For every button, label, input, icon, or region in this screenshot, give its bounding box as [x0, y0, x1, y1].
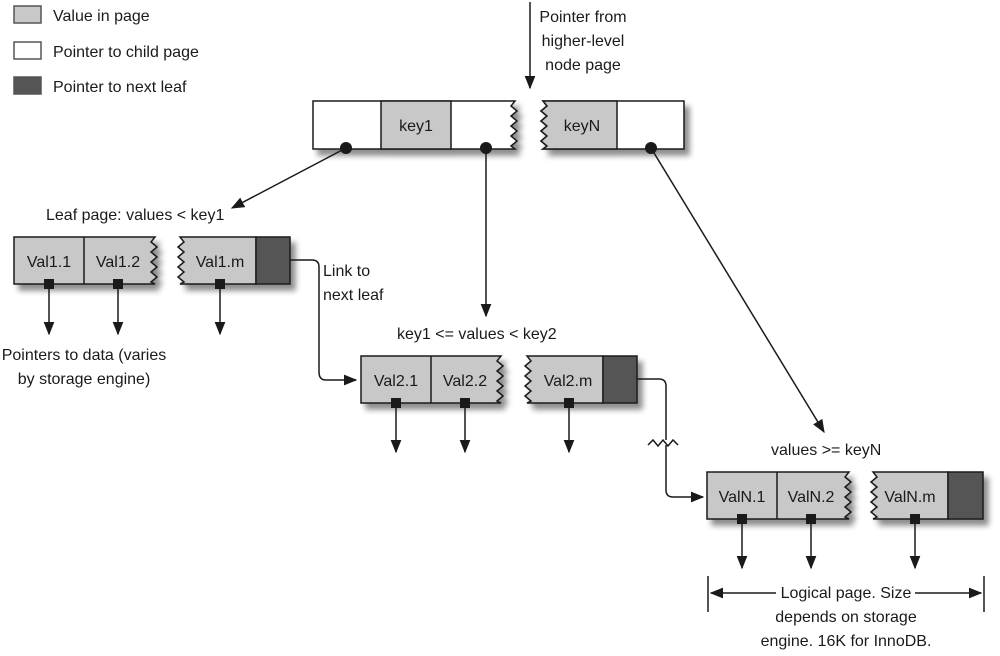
- child-pointer-arrow-1: [230, 147, 347, 209]
- leafN-data-pointers: [736, 514, 921, 570]
- pointers-to-data-line2: by storage engine): [18, 371, 151, 388]
- leaf1-next-pointer-cell: [255, 236, 291, 285]
- next-leaf-link-2: [637, 378, 705, 503]
- root-node-page: [312, 100, 685, 150]
- leaf1-value-m: Val1.m: [196, 254, 245, 271]
- legend-label-value: Value in page: [53, 8, 150, 25]
- leafN-title: values >= keyN: [771, 442, 881, 459]
- break-zigzag: [647, 438, 679, 448]
- pointers-to-data-line1: Pointers to data (varies: [2, 347, 167, 364]
- leaf2-title: key1 <= values < key2: [397, 326, 557, 343]
- leafN-value-2: ValN.2: [788, 489, 835, 506]
- legend-swatch-next-leaf: [13, 76, 42, 95]
- leafN-value-1: ValN.1: [719, 489, 766, 506]
- legend-label-next-leaf: Pointer to next leaf: [53, 79, 187, 96]
- leaf1-value-2: Val1.2: [96, 254, 140, 271]
- leaf1-data-pointers: [43, 279, 226, 336]
- logical-page-line3: engine. 16K for InnoDB.: [761, 633, 932, 650]
- legend-swatch-child-pointer: [13, 41, 42, 60]
- legend-label-child-pointer: Pointer to child page: [53, 44, 199, 61]
- leaf2-data-pointers: [390, 398, 575, 454]
- link-next-leaf-line2: next leaf: [323, 287, 384, 304]
- leafN-next-pointer-cell: [947, 471, 984, 520]
- legend-swatch-value: [13, 5, 42, 24]
- child-pointer-arrow-3: [650, 147, 825, 434]
- leaf2-value-2: Val2.2: [443, 373, 487, 390]
- logical-page-line2: depends on storage: [775, 609, 917, 626]
- logical-page-line1: Logical page. Size: [781, 585, 912, 602]
- incoming-label-line2: higher-level: [542, 33, 625, 50]
- legend: Value in page Pointer to child page Poin…: [13, 5, 199, 96]
- root-key1-label: key1: [399, 118, 433, 135]
- root-keyN-label: keyN: [564, 118, 600, 135]
- leaf2-value-m: Val2.m: [544, 373, 593, 390]
- incoming-label-line3: node page: [545, 57, 621, 74]
- incoming-label-line1: Pointer from: [539, 9, 626, 26]
- leaf1-title: Leaf page: values < key1: [46, 207, 224, 224]
- btree-diagram: Value in page Pointer to child page Poin…: [2, 2, 985, 650]
- leaf2-next-pointer-cell: [602, 355, 638, 404]
- incoming-pointer: Pointer from higher-level node page: [524, 2, 627, 90]
- leaf1-value-1: Val1.1: [27, 254, 71, 271]
- link-next-leaf-line1: Link to: [323, 263, 370, 280]
- leaf2-value-1: Val2.1: [374, 373, 418, 390]
- leafN-value-m: ValN.m: [884, 489, 935, 506]
